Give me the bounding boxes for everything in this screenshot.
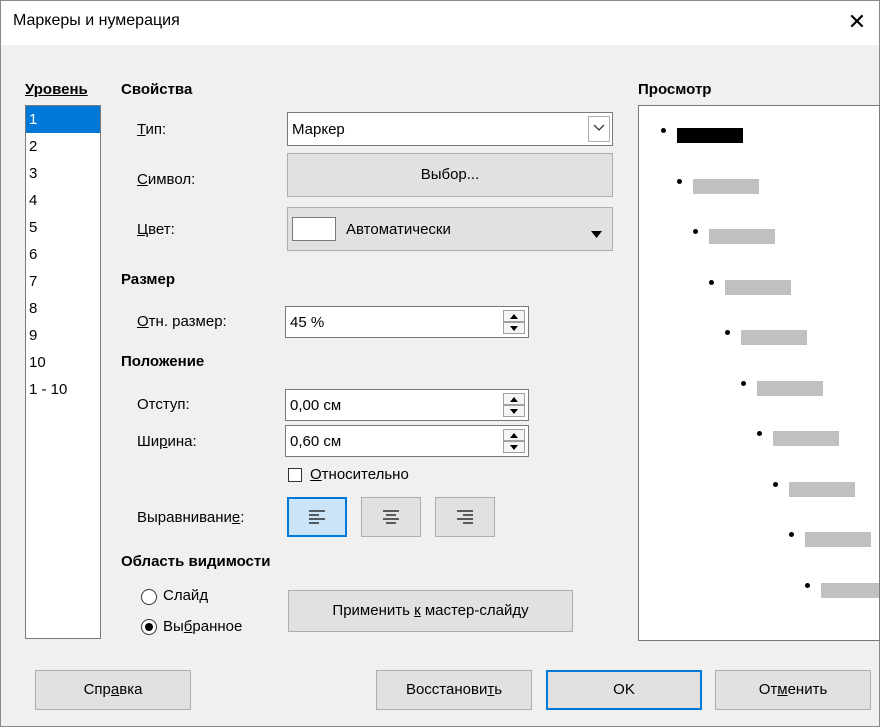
level-item[interactable]: 3 <box>26 160 100 187</box>
slide-radio-label: Слайд <box>163 587 209 604</box>
type-value: Маркер <box>292 121 345 138</box>
size-heading: Размер <box>121 271 176 288</box>
properties-heading: Свойства <box>121 81 193 98</box>
bullets-numbering-dialog: Маркеры и нумерация ✕ Уровень 1234567891… <box>0 0 880 727</box>
spin-up-icon[interactable] <box>503 429 525 441</box>
level-item[interactable]: 5 <box>26 214 100 241</box>
preview-text-bar <box>789 481 855 497</box>
preview-text-bar <box>805 532 871 547</box>
indent-label: Отступ: <box>137 396 190 413</box>
preview-bullet-icon <box>757 431 762 436</box>
preview-text-bar <box>725 279 791 295</box>
preview-bullet-icon <box>741 380 746 386</box>
cancel-button-label: Отменить <box>758 681 828 698</box>
title-bar: Маркеры и нумерация ✕ <box>1 1 879 45</box>
chevron-down-icon[interactable] <box>588 116 610 142</box>
level-item[interactable]: 8 <box>26 295 100 322</box>
position-heading: Положение <box>121 353 205 370</box>
spin-down-icon[interactable] <box>503 441 525 453</box>
color-dropdown[interactable]: Автоматически <box>287 207 613 251</box>
help-button[interactable]: Справка <box>35 670 191 710</box>
select-symbol-button[interactable]: Выбор... <box>287 153 613 197</box>
close-icon[interactable]: ✕ <box>835 1 879 45</box>
preview-bullet-icon <box>677 178 682 184</box>
preview-panel <box>638 105 880 641</box>
preview-bullet-icon <box>693 229 698 234</box>
preview-text-bar <box>677 128 743 143</box>
level-item[interactable]: 4 <box>26 187 100 214</box>
level-heading: Уровень <box>25 81 88 98</box>
preview-text-bar <box>757 380 823 396</box>
relative-checkbox[interactable] <box>288 468 302 482</box>
spin-down-icon[interactable] <box>503 322 525 334</box>
level-item[interactable]: 1 <box>26 106 100 133</box>
type-label: Тип: <box>137 121 167 138</box>
indent-spinbox[interactable]: 0,00 см <box>285 389 529 421</box>
preview-bullet-icon <box>805 582 810 588</box>
symbol-label: Символ: <box>137 171 196 188</box>
spin-down-icon[interactable] <box>503 405 525 417</box>
preview-bullet-icon <box>789 532 794 537</box>
relative-size-spinbox[interactable]: 45 % <box>285 306 529 338</box>
preview-text-bar <box>821 582 879 598</box>
reset-button-label: Восстановить <box>405 681 503 698</box>
preview-bullet-icon <box>661 128 666 133</box>
spin-up-icon[interactable] <box>503 310 525 322</box>
align-right-icon <box>457 510 473 524</box>
scope-heading: Область видимости <box>121 553 271 570</box>
level-item[interactable]: 2 <box>26 133 100 160</box>
preview-bullet-icon <box>709 279 714 285</box>
help-button-label: Справка <box>83 681 143 698</box>
preview-bullet-icon <box>725 330 730 335</box>
width-label: Ширина: <box>137 433 197 450</box>
slide-radio[interactable] <box>141 589 157 605</box>
color-swatch <box>292 217 336 241</box>
level-item[interactable]: 6 <box>26 241 100 268</box>
preview-text-bar <box>773 431 839 446</box>
apply-to-master-button[interactable]: Применить к мастер-слайду <box>288 590 573 632</box>
preview-heading: Просмотр <box>638 81 712 98</box>
level-item[interactable]: 10 <box>26 349 100 376</box>
ok-button[interactable]: OK <box>546 670 702 710</box>
dropdown-triangle-icon <box>591 225 602 242</box>
preview-text-bar <box>693 178 759 194</box>
alignment-label: Выравнивание: <box>137 509 245 526</box>
type-combobox[interactable]: Маркер <box>287 112 613 146</box>
type-label-rest: ип: <box>145 121 167 138</box>
apply-to-master-label: Применить к мастер-слайду <box>332 602 529 619</box>
relative-label: Относительно <box>310 466 409 483</box>
level-item[interactable]: 7 <box>26 268 100 295</box>
ok-button-label: OK <box>613 681 635 698</box>
dialog-title: Маркеры и нумерация <box>13 12 180 29</box>
align-right-button[interactable] <box>435 497 495 537</box>
width-value: 0,60 см <box>290 433 342 450</box>
relative-size-value: 45 % <box>290 314 325 331</box>
level-item[interactable]: 1 - 10 <box>26 376 100 403</box>
align-left-icon <box>309 510 325 524</box>
indent-value: 0,00 см <box>290 397 342 414</box>
align-center-icon <box>383 510 399 524</box>
color-label: Цвет: <box>137 221 175 238</box>
preview-text-bar <box>741 330 807 345</box>
select-symbol-button-label: Выбор... <box>420 166 480 183</box>
align-center-button[interactable] <box>361 497 421 537</box>
spin-up-icon[interactable] <box>503 393 525 405</box>
color-value: Автоматически <box>346 221 451 238</box>
width-spinbox[interactable]: 0,60 см <box>285 425 529 457</box>
cancel-button[interactable]: Отменить <box>715 670 871 710</box>
reset-button[interactable]: Восстановить <box>376 670 532 710</box>
preview-bullet-icon <box>773 481 778 487</box>
level-list[interactable]: 1 2 3 4 5 6 7 8 9 10 1 - 10 <box>25 105 101 639</box>
selection-radio-label: Выбранное <box>163 618 243 635</box>
preview-text-bar <box>709 229 775 244</box>
relative-size-label: Отн. размер: <box>137 313 227 330</box>
selection-radio[interactable] <box>141 619 157 635</box>
align-left-button[interactable] <box>287 497 347 537</box>
level-item[interactable]: 9 <box>26 322 100 349</box>
